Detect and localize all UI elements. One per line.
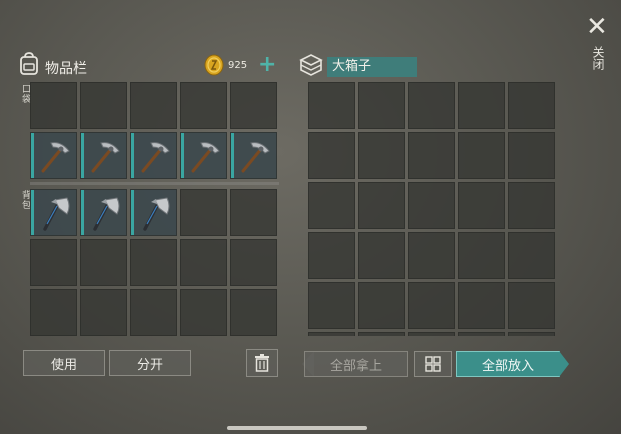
backpack-slot[interactable] [230, 289, 277, 336]
inventory-divider [30, 182, 279, 185]
backpack-slot[interactable] [130, 239, 177, 286]
chest-slot[interactable] [408, 282, 455, 329]
close-label[interactable]: 关闭 [590, 46, 607, 70]
pocket-slot[interactable] [230, 132, 277, 179]
pocket-slot[interactable] [80, 132, 127, 179]
backpack-slot[interactable] [180, 289, 227, 336]
chest-slot[interactable] [358, 182, 405, 229]
chest-slot[interactable] [358, 232, 405, 279]
backpack-icon [20, 52, 38, 75]
pickaxe-icon [241, 142, 270, 173]
backpack-slot[interactable] [30, 289, 77, 336]
backpack-grid [30, 189, 277, 336]
pickaxe-icon [141, 142, 170, 173]
split-button[interactable]: 分开 [109, 350, 191, 376]
chest-slot[interactable] [508, 232, 555, 279]
chest-slot[interactable] [508, 132, 555, 179]
home-indicator[interactable] [227, 426, 367, 430]
chest-slot[interactable] [408, 132, 455, 179]
pocket-slot[interactable] [30, 132, 77, 179]
take-all-button[interactable]: 全部拿上 [304, 351, 408, 377]
close-icon[interactable]: ✕ [586, 14, 608, 40]
pickaxe-icon [91, 142, 120, 173]
chest-slot[interactable] [408, 332, 455, 336]
chest-slot[interactable] [308, 182, 355, 229]
backpack-slot[interactable] [130, 289, 177, 336]
chest-slot[interactable] [308, 132, 355, 179]
pocket-slot[interactable] [80, 82, 127, 129]
coin-amount: 925 [228, 60, 248, 71]
chest-slot[interactable] [308, 232, 355, 279]
pickaxe-icon [41, 142, 70, 173]
chest-slot[interactable] [308, 82, 355, 129]
pickaxe-icon [191, 142, 220, 173]
hatchet-icon [43, 197, 70, 231]
chest-slot[interactable] [358, 332, 405, 336]
chest-slot[interactable] [358, 82, 405, 129]
backpack-slot[interactable] [130, 189, 177, 236]
backpack-slot[interactable] [230, 239, 277, 286]
chest-title: 大箱子 [327, 57, 417, 77]
chest-slot[interactable] [458, 332, 505, 336]
backpack-slot[interactable] [80, 239, 127, 286]
chest-slot[interactable] [458, 132, 505, 179]
pocket-slot[interactable] [130, 82, 177, 129]
pocket-slot[interactable] [130, 132, 177, 179]
chest-slot[interactable] [358, 132, 405, 179]
put-all-button[interactable]: 全部放入 [456, 351, 560, 377]
chest-slot[interactable] [408, 182, 455, 229]
backpack-slot[interactable] [180, 189, 227, 236]
backpack-slot[interactable] [30, 189, 77, 236]
chest-slot[interactable] [508, 182, 555, 229]
backpack-slot[interactable] [230, 189, 277, 236]
put-all-arrow-icon [559, 351, 569, 377]
add-coins-button[interactable]: + [258, 54, 276, 76]
chest-slot[interactable] [408, 232, 455, 279]
coin-icon [204, 54, 224, 76]
grid-sort-icon [425, 356, 441, 372]
chest-slot[interactable] [308, 282, 355, 329]
chest-slot[interactable] [408, 82, 455, 129]
chest-slot[interactable] [458, 232, 505, 279]
chest-slot[interactable] [308, 332, 355, 336]
chest-slot[interactable] [458, 82, 505, 129]
chest-slot[interactable] [458, 182, 505, 229]
trash-icon [255, 354, 269, 372]
pocket-slot[interactable] [180, 82, 227, 129]
hatchet-icon [93, 197, 120, 231]
pocket-grid [30, 82, 277, 179]
chest-icon [299, 54, 323, 76]
sort-button[interactable] [414, 351, 452, 377]
backpack-slot[interactable] [180, 239, 227, 286]
backpack-slot[interactable] [80, 289, 127, 336]
use-button[interactable]: 使用 [23, 350, 105, 376]
inventory-title: 物品栏 [45, 61, 87, 77]
chest-slot[interactable] [508, 282, 555, 329]
chest-slot[interactable] [508, 332, 555, 336]
backpack-slot[interactable] [30, 239, 77, 286]
pocket-slot[interactable] [30, 82, 77, 129]
chest-slot[interactable] [358, 282, 405, 329]
pocket-slot[interactable] [180, 132, 227, 179]
chest-slot[interactable] [508, 82, 555, 129]
backpack-slot[interactable] [80, 189, 127, 236]
pocket-slot[interactable] [230, 82, 277, 129]
trash-button[interactable] [246, 349, 278, 377]
chest-grid [308, 82, 555, 336]
chest-slot[interactable] [458, 282, 505, 329]
hatchet-icon [143, 197, 170, 231]
